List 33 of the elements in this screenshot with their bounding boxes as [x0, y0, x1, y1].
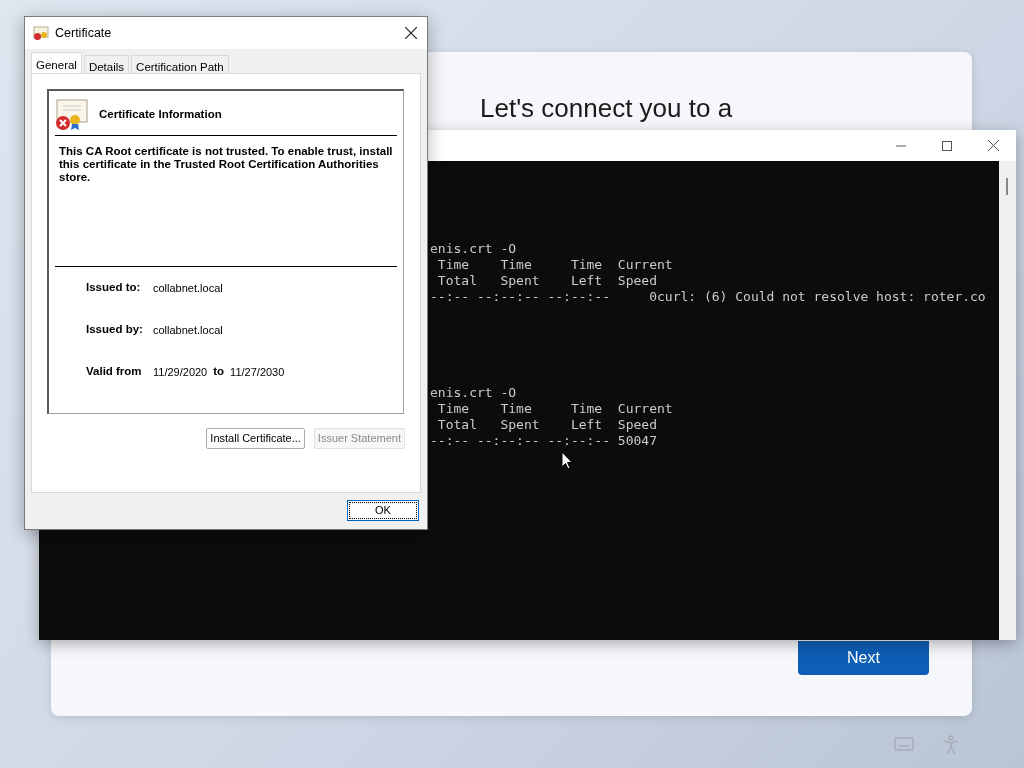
certificate-error-icon — [55, 99, 89, 131]
field-label: Issued by: — [86, 322, 144, 338]
close-icon[interactable] — [405, 27, 417, 39]
dialog-title: Certificate — [55, 24, 112, 42]
valid-from-date: 11/29/2020 — [153, 364, 208, 380]
setup-heading: Let's connect you to a — [480, 92, 733, 124]
next-button[interactable]: Next — [798, 641, 929, 675]
valid-to-date: 11/27/2030 — [230, 364, 285, 380]
dialog-tab[interactable]: Certification Path — [131, 55, 229, 73]
console-line: --:-- --:--:-- --:--:-- 50047 — [430, 433, 657, 449]
info-title: Certificate Information — [99, 107, 222, 123]
dialog-tab[interactable]: Details — [83, 55, 130, 73]
field-value: collabnet.local — [153, 322, 223, 338]
scrollbar[interactable] — [999, 161, 1016, 640]
trust-message: This CA Root certificate is not trusted. To enable trust, install this certificate in the Trusted Root Certification Authorities store. — [55, 136, 397, 267]
valid-to-label: to — [213, 364, 225, 380]
console-line: Total Spent Left Speed — [436, 273, 657, 289]
console-line: enis.crt -O — [430, 385, 517, 401]
console-line: Time Time Time Current — [436, 257, 673, 273]
dialog-tab[interactable]: General — [31, 52, 82, 73]
cursor-icon — [561, 451, 573, 470]
console-line: enis.crt -O — [430, 241, 517, 257]
certificate-icon — [33, 25, 49, 41]
console-line: --:-- --:--:-- --:--:-- 0curl: (6) Could not resolve host: roter.co — [430, 289, 986, 305]
field-value: collabnet.local — [153, 280, 223, 296]
accessibility-icon[interactable] — [942, 735, 960, 755]
ok-button[interactable]: OK — [347, 500, 419, 521]
console-line: Time Time Time Current — [436, 401, 673, 417]
valid-from-label: Valid from — [86, 364, 143, 380]
keyboard-icon[interactable] — [894, 737, 914, 751]
field-label: Issued to: — [86, 280, 142, 296]
install-certificate-button[interactable]: Install Certificate... — [206, 428, 305, 449]
console-line: Total Spent Left Speed — [436, 417, 657, 433]
